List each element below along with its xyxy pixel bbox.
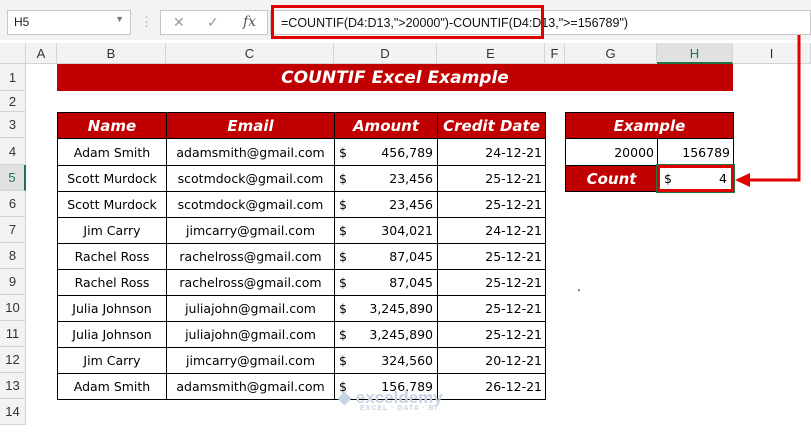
table-cell[interactable]: $324,560 bbox=[334, 347, 438, 374]
table-cell[interactable]: scotmdock@gmail.com bbox=[166, 191, 335, 218]
formula-buttons: ✕ ✓ fx bbox=[160, 10, 268, 35]
table-cell[interactable]: 25-12-21 bbox=[437, 321, 546, 348]
table-cell[interactable]: rachelross@gmail.com bbox=[166, 243, 335, 270]
table-cell[interactable]: $304,021 bbox=[334, 217, 438, 244]
table-cell[interactable]: Adam Smith bbox=[57, 373, 167, 400]
table-cell[interactable]: $3,245,890 bbox=[334, 321, 438, 348]
currency-symbol: $ bbox=[339, 353, 347, 368]
name-box[interactable]: H5 ▼ bbox=[7, 10, 131, 35]
column-header[interactable]: A bbox=[26, 43, 57, 64]
table-cell[interactable]: 25-12-21 bbox=[437, 243, 546, 270]
column-header[interactable]: B bbox=[57, 43, 166, 64]
column-header[interactable]: E bbox=[437, 43, 545, 64]
table-cell[interactable]: 25-12-21 bbox=[437, 165, 546, 192]
enter-icon[interactable]: ✓ bbox=[207, 14, 219, 31]
table-cell[interactable]: juliajohn@gmail.com bbox=[166, 321, 335, 348]
column-header[interactable]: F bbox=[545, 43, 565, 64]
amount: 304,021 bbox=[381, 223, 433, 238]
table-cell[interactable]: 25-12-21 bbox=[437, 191, 546, 218]
table-cell[interactable]: 26-12-21 bbox=[437, 373, 546, 400]
chevron-down-icon[interactable]: ▼ bbox=[115, 14, 124, 24]
table-header: Amount bbox=[334, 112, 438, 139]
table-cell[interactable]: adamsmith@gmail.com bbox=[166, 138, 335, 166]
table-cell[interactable]: Rachel Ross bbox=[57, 243, 167, 270]
amount: 23,456 bbox=[389, 171, 433, 186]
row-header[interactable]: 3 bbox=[0, 112, 26, 138]
currency-symbol: $ bbox=[339, 171, 347, 186]
watermark-logo: ◆ exceldemy EXCEL · DATA · BI bbox=[338, 388, 443, 412]
row-header[interactable]: 10 bbox=[0, 295, 26, 321]
row-header[interactable]: 11 bbox=[0, 321, 26, 347]
row-header[interactable]: 1 bbox=[0, 64, 26, 91]
currency-symbol: $ bbox=[339, 249, 347, 264]
fx-icon[interactable]: fx bbox=[243, 14, 256, 30]
table-cell[interactable]: $3,245,890 bbox=[334, 295, 438, 322]
row-header[interactable]: 13 bbox=[0, 373, 26, 399]
table-header: Credit Date bbox=[437, 112, 546, 139]
table-cell[interactable]: 20-12-21 bbox=[437, 347, 546, 374]
grip-icon: ⋮ bbox=[140, 14, 153, 29]
amount: 87,045 bbox=[389, 275, 433, 290]
row-header[interactable]: 12 bbox=[0, 347, 26, 373]
amount: 456,789 bbox=[381, 144, 433, 160]
table-cell[interactable]: Rachel Ross bbox=[57, 269, 167, 296]
table-cell[interactable]: 25-12-21 bbox=[437, 295, 546, 322]
table-cell[interactable]: 24-12-21 bbox=[437, 138, 546, 166]
name-box-value: H5 bbox=[14, 15, 30, 29]
amount: 324,560 bbox=[381, 353, 433, 368]
table-cell[interactable]: jimcarry@gmail.com bbox=[166, 217, 335, 244]
row-header[interactable]: 9 bbox=[0, 269, 26, 295]
table-cell[interactable]: Julia Johnson bbox=[57, 295, 167, 322]
table-cell[interactable]: juliajohn@gmail.com bbox=[166, 295, 335, 322]
table-header: Email bbox=[166, 112, 335, 139]
table-cell[interactable]: Julia Johnson bbox=[57, 321, 167, 348]
row-header[interactable]: 8 bbox=[0, 243, 26, 269]
table-cell[interactable]: scotmdock@gmail.com bbox=[166, 165, 335, 192]
currency-symbol: $ bbox=[339, 144, 347, 160]
table-cell[interactable]: adamsmith@gmail.com bbox=[166, 373, 335, 400]
row-header[interactable]: 5 bbox=[0, 165, 26, 191]
table-cell[interactable]: $23,456 bbox=[334, 191, 438, 218]
row-header[interactable]: 2 bbox=[0, 91, 26, 112]
currency-symbol: $ bbox=[339, 327, 347, 342]
select-all-corner[interactable] bbox=[0, 43, 26, 64]
table-cell[interactable]: $456,789 bbox=[334, 138, 438, 166]
column-header[interactable]: D bbox=[334, 43, 437, 64]
table-cell[interactable]: 24-12-21 bbox=[437, 217, 546, 244]
table-cell[interactable]: $87,045 bbox=[334, 243, 438, 270]
table-cell[interactable]: jimcarry@gmail.com bbox=[166, 347, 335, 374]
stray-dot: . bbox=[577, 278, 581, 294]
currency-symbol: $ bbox=[339, 197, 347, 212]
table-header: Name bbox=[57, 112, 167, 139]
currency-symbol: $ bbox=[339, 223, 347, 238]
row-header[interactable]: 14 bbox=[0, 399, 26, 425]
amount: 87,045 bbox=[389, 249, 433, 264]
cancel-icon[interactable]: ✕ bbox=[173, 14, 185, 31]
table-cell[interactable]: Scott Murdock bbox=[57, 165, 167, 192]
table-cell[interactable]: $87,045 bbox=[334, 269, 438, 296]
amount: 3,245,890 bbox=[369, 327, 433, 342]
column-header[interactable]: C bbox=[166, 43, 334, 64]
callout-arrow bbox=[735, 35, 801, 187]
formula-highlight bbox=[271, 5, 544, 39]
table-cell[interactable]: rachelross@gmail.com bbox=[166, 269, 335, 296]
amount: 3,245,890 bbox=[369, 301, 433, 316]
amount: 23,456 bbox=[389, 197, 433, 212]
table-cell[interactable]: Scott Murdock bbox=[57, 191, 167, 218]
row-header[interactable]: 6 bbox=[0, 191, 26, 217]
currency-symbol: $ bbox=[339, 301, 347, 316]
row-header[interactable]: 7 bbox=[0, 217, 26, 243]
table-cell[interactable]: Jim Carry bbox=[57, 217, 167, 244]
table-cell[interactable]: $23,456 bbox=[334, 165, 438, 192]
currency-symbol: $ bbox=[339, 275, 347, 290]
table-cell[interactable]: Adam Smith bbox=[57, 138, 167, 166]
row-header[interactable]: 4 bbox=[0, 138, 26, 165]
table-cell[interactable]: 25-12-21 bbox=[437, 269, 546, 296]
table-cell[interactable]: Jim Carry bbox=[57, 347, 167, 374]
